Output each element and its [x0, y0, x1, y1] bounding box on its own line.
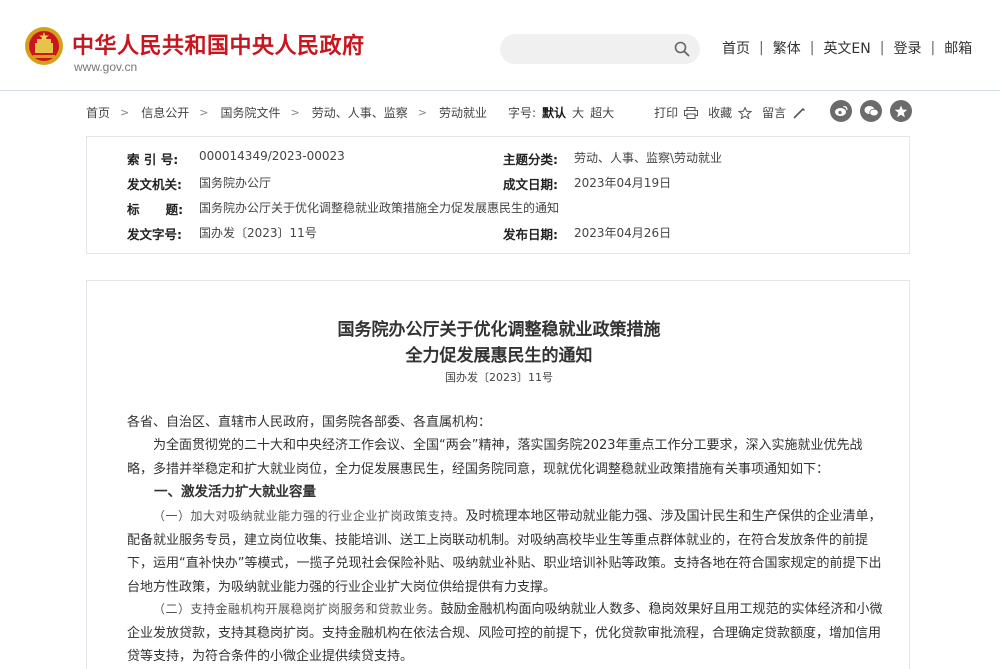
- item-2-lead: （二）支持金融机构开展稳岗扩岗服务和贷款业务。: [153, 602, 441, 616]
- breadcrumb-info-public[interactable]: 信息公开: [141, 104, 189, 121]
- pencil-icon[interactable]: [792, 107, 806, 119]
- topic-label: 主题分类:: [503, 152, 558, 167]
- search-icon[interactable]: [674, 41, 690, 57]
- nav-home[interactable]: 首页: [722, 38, 750, 58]
- section-heading: 一、激发活力扩大就业容量: [154, 484, 316, 500]
- printer-icon[interactable]: [684, 106, 699, 119]
- item-1-lead: （一）加大对吸纳就业能力强的行业企业扩岗政策支持。: [153, 509, 466, 523]
- index-value: 000014349/2023-00023: [199, 149, 345, 163]
- site-url[interactable]: www.gov.cn: [74, 60, 137, 74]
- salutation: 各省、自治区、直辖市人民政府，国务院各部委、各直属机构：: [127, 415, 492, 430]
- weibo-icon[interactable]: [830, 100, 852, 122]
- breadcrumb-arrow: >: [199, 106, 209, 119]
- font-size-large[interactable]: 大: [572, 104, 584, 121]
- share-bar: [830, 100, 912, 122]
- top-nav: 首页 | 繁体 | 英文EN | 登录 | 邮箱: [722, 38, 972, 58]
- publish-date-value: 2023年04月26日: [574, 226, 672, 240]
- doc-number-value: 国办发〔2023〕11号: [199, 226, 317, 240]
- breadcrumb: 首页 > 信息公开 > 国务院文件 > 劳动、人事、监察 > 劳动就业: [86, 104, 487, 121]
- font-size-label: 字号:: [508, 106, 537, 120]
- breadcrumb-arrow: >: [417, 106, 427, 119]
- nav-login[interactable]: 登录: [893, 38, 921, 58]
- star-icon[interactable]: [890, 100, 912, 122]
- nav-traditional[interactable]: 繁体: [773, 38, 801, 58]
- nav-separator: |: [759, 40, 764, 56]
- paragraph-item-2: （二）支持金融机构开展稳岗扩岗服务和贷款业务。鼓励金融机构面向吸纳就业人数多、稳…: [127, 598, 887, 669]
- header-divider: [0, 90, 1000, 91]
- info-row: 标 题: 国务院办公厅关于优化调整稳就业政策措施全力促发展惠民生的通知: [87, 199, 911, 223]
- nav-separator: |: [809, 40, 815, 56]
- font-size-default[interactable]: 默认: [542, 104, 566, 121]
- paragraph-item-1: （一）加大对吸纳就业能力强的行业企业扩岗政策支持。及时梳理本地区带动就业能力强、…: [127, 505, 887, 599]
- breadcrumb-arrow: >: [290, 106, 300, 119]
- star-outline-icon[interactable]: [738, 106, 753, 119]
- article-title-line2: 全力促发展惠民生的通知: [405, 346, 593, 366]
- search-input[interactable]: [500, 34, 700, 64]
- info-row: 索 引 号: 000014349/2023-00023 主题分类: 劳动、人事、…: [87, 149, 911, 173]
- nav-english[interactable]: 英文EN: [823, 38, 870, 58]
- print-button[interactable]: 打印: [654, 104, 678, 121]
- national-emblem-icon[interactable]: [24, 26, 64, 66]
- info-row: 发文字号: 国办发〔2023〕11号 发布日期: 2023年04月26日: [87, 224, 911, 248]
- issuer-value: 国务院办公厅: [199, 176, 272, 190]
- title-value: 国务院办公厅关于优化调整稳就业政策措施全力促发展惠民生的通知: [199, 201, 560, 215]
- document-info-table: 索 引 号: 000014349/2023-00023 主题分类: 劳动、人事、…: [86, 136, 910, 254]
- issuer-label: 发文机关:: [127, 177, 182, 192]
- site-title[interactable]: 中华人民共和国中央人民政府: [72, 28, 365, 60]
- publish-date-label: 发布日期:: [503, 227, 558, 242]
- breadcrumb-labor-personnel[interactable]: 劳动、人事、监察: [312, 104, 408, 121]
- comment-button[interactable]: 留言: [762, 104, 786, 121]
- breadcrumb-home[interactable]: 首页: [86, 104, 110, 121]
- nav-mail[interactable]: 邮箱: [944, 38, 972, 58]
- article-body: 国务院办公厅关于优化调整稳就业政策措施 全力促发展惠民生的通知 国办发〔2023…: [86, 280, 910, 669]
- info-row: 发文机关: 国务院办公厅 成文日期: 2023年04月19日: [87, 174, 911, 198]
- font-size-xlarge[interactable]: 超大: [590, 104, 614, 121]
- date-written-value: 2023年04月19日: [574, 176, 672, 190]
- breadcrumb-state-council-docs[interactable]: 国务院文件: [220, 104, 280, 121]
- nav-separator: |: [930, 40, 936, 56]
- article-title-line1: 国务院办公厅关于优化调整稳就业政策措施: [337, 320, 661, 340]
- breadcrumb-employment[interactable]: 劳动就业: [439, 104, 487, 121]
- article-doc-number: 国办发〔2023〕11号: [445, 371, 553, 384]
- index-label: 索 引 号:: [127, 152, 179, 167]
- breadcrumb-arrow: >: [120, 106, 130, 119]
- page-tools: 字号: 默认 大 超大 打印 收藏 留言: [508, 104, 816, 121]
- nav-separator: |: [879, 40, 885, 56]
- site-header: 中华人民共和国中央人民政府 www.gov.cn 首页 | 繁体 | 英文EN …: [0, 0, 1000, 90]
- favorite-button[interactable]: 收藏: [708, 104, 732, 121]
- wechat-icon[interactable]: [860, 100, 882, 122]
- date-written-label: 成文日期:: [503, 177, 558, 192]
- title-label: 标 题:: [127, 202, 184, 217]
- breadcrumb-bar: 首页 > 信息公开 > 国务院文件 > 劳动、人事、监察 > 劳动就业 字号: …: [86, 100, 912, 122]
- intro-paragraph: 为全面贯彻党的二十大和中央经济工作会议、全国“两会”精神，落实国务院2023年重…: [127, 438, 863, 477]
- topic-value: 劳动、人事、监察\劳动就业: [574, 151, 723, 165]
- doc-number-label: 发文字号:: [127, 227, 182, 242]
